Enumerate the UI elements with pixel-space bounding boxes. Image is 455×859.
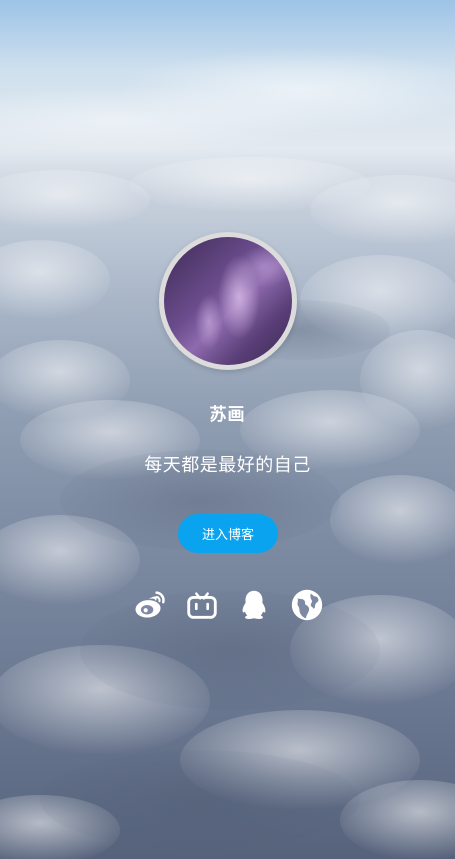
qq-icon bbox=[242, 590, 266, 620]
enter-blog-button[interactable]: 进入博客 bbox=[178, 514, 278, 553]
globe-icon bbox=[291, 589, 323, 621]
qq-link[interactable] bbox=[235, 587, 273, 623]
weibo-icon bbox=[135, 591, 165, 618]
avatar-image bbox=[164, 237, 292, 365]
avatar[interactable] bbox=[159, 232, 297, 370]
profile-name: 苏画 bbox=[209, 405, 246, 424]
bilibili-icon bbox=[186, 592, 217, 619]
landing-page: 苏画 每天都是最好的自己 进入博客 bbox=[0, 0, 455, 859]
profile-motto: 每天都是最好的自己 bbox=[144, 455, 311, 475]
weibo-link[interactable] bbox=[130, 587, 168, 623]
website-link[interactable] bbox=[288, 587, 326, 623]
bilibili-link[interactable] bbox=[183, 587, 221, 623]
cloud-background bbox=[0, 157, 455, 859]
social-links bbox=[130, 587, 326, 623]
